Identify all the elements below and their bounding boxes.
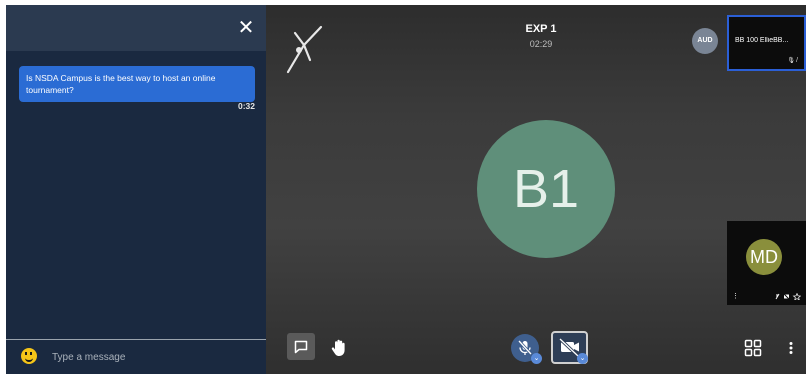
message-timestamp: 0:32 xyxy=(237,101,255,111)
tile-status-icons xyxy=(775,293,801,300)
grid-view-button[interactable] xyxy=(744,339,762,357)
chevron-down-icon[interactable]: ⌄ xyxy=(577,353,588,364)
tile-status-icons: 🎙︎̸ xyxy=(787,57,799,64)
logo-icon xyxy=(286,25,323,74)
close-icon[interactable]: ✕ xyxy=(236,18,256,38)
chat-message: Is NSDA Campus is the best way to host a… xyxy=(19,66,255,102)
tile-menu-icon[interactable]: ⋮ xyxy=(732,292,739,300)
room-title: EXP 1 xyxy=(525,23,557,35)
camera-button[interactable]: ⌄ xyxy=(551,331,588,364)
chat-toggle-button[interactable] xyxy=(287,333,315,360)
participant-name: BB 100 EllieBB... xyxy=(735,37,789,44)
video-stage: EXP 1 02:29 AUD BB 100 EllieBB... 🎙︎̸ B1… xyxy=(266,5,806,374)
mic-muted-icon: 🎙︎̸ xyxy=(787,58,799,64)
chat-header: ✕ xyxy=(6,5,266,51)
raise-hand-button[interactable] xyxy=(329,338,349,358)
more-vertical-icon xyxy=(789,342,793,354)
chevron-down-icon[interactable]: ⌄ xyxy=(531,353,542,364)
participant-tile[interactable]: BB 100 EllieBB... 🎙︎̸ xyxy=(727,15,806,71)
hand-icon xyxy=(331,339,345,356)
audience-badge[interactable]: AUD xyxy=(692,28,718,54)
avatar: MD xyxy=(746,239,782,275)
message-composer xyxy=(6,340,266,374)
participant-tile[interactable]: MD ⋮ xyxy=(727,221,806,305)
chat-panel: ✕ Is NSDA Campus is the best way to host… xyxy=(6,5,266,374)
emoji-icon[interactable] xyxy=(21,348,37,364)
meeting-window: ✕ Is NSDA Campus is the best way to host… xyxy=(6,5,806,374)
message-input[interactable] xyxy=(50,346,254,368)
status-icons xyxy=(775,293,801,300)
grid-icon xyxy=(744,339,762,357)
room-timer: 02:29 xyxy=(529,39,553,49)
mic-button[interactable]: ⌄ xyxy=(511,334,542,364)
chat-icon xyxy=(294,340,308,354)
more-options-button[interactable] xyxy=(785,339,797,357)
main-speaker-avatar: B1 xyxy=(477,120,615,258)
